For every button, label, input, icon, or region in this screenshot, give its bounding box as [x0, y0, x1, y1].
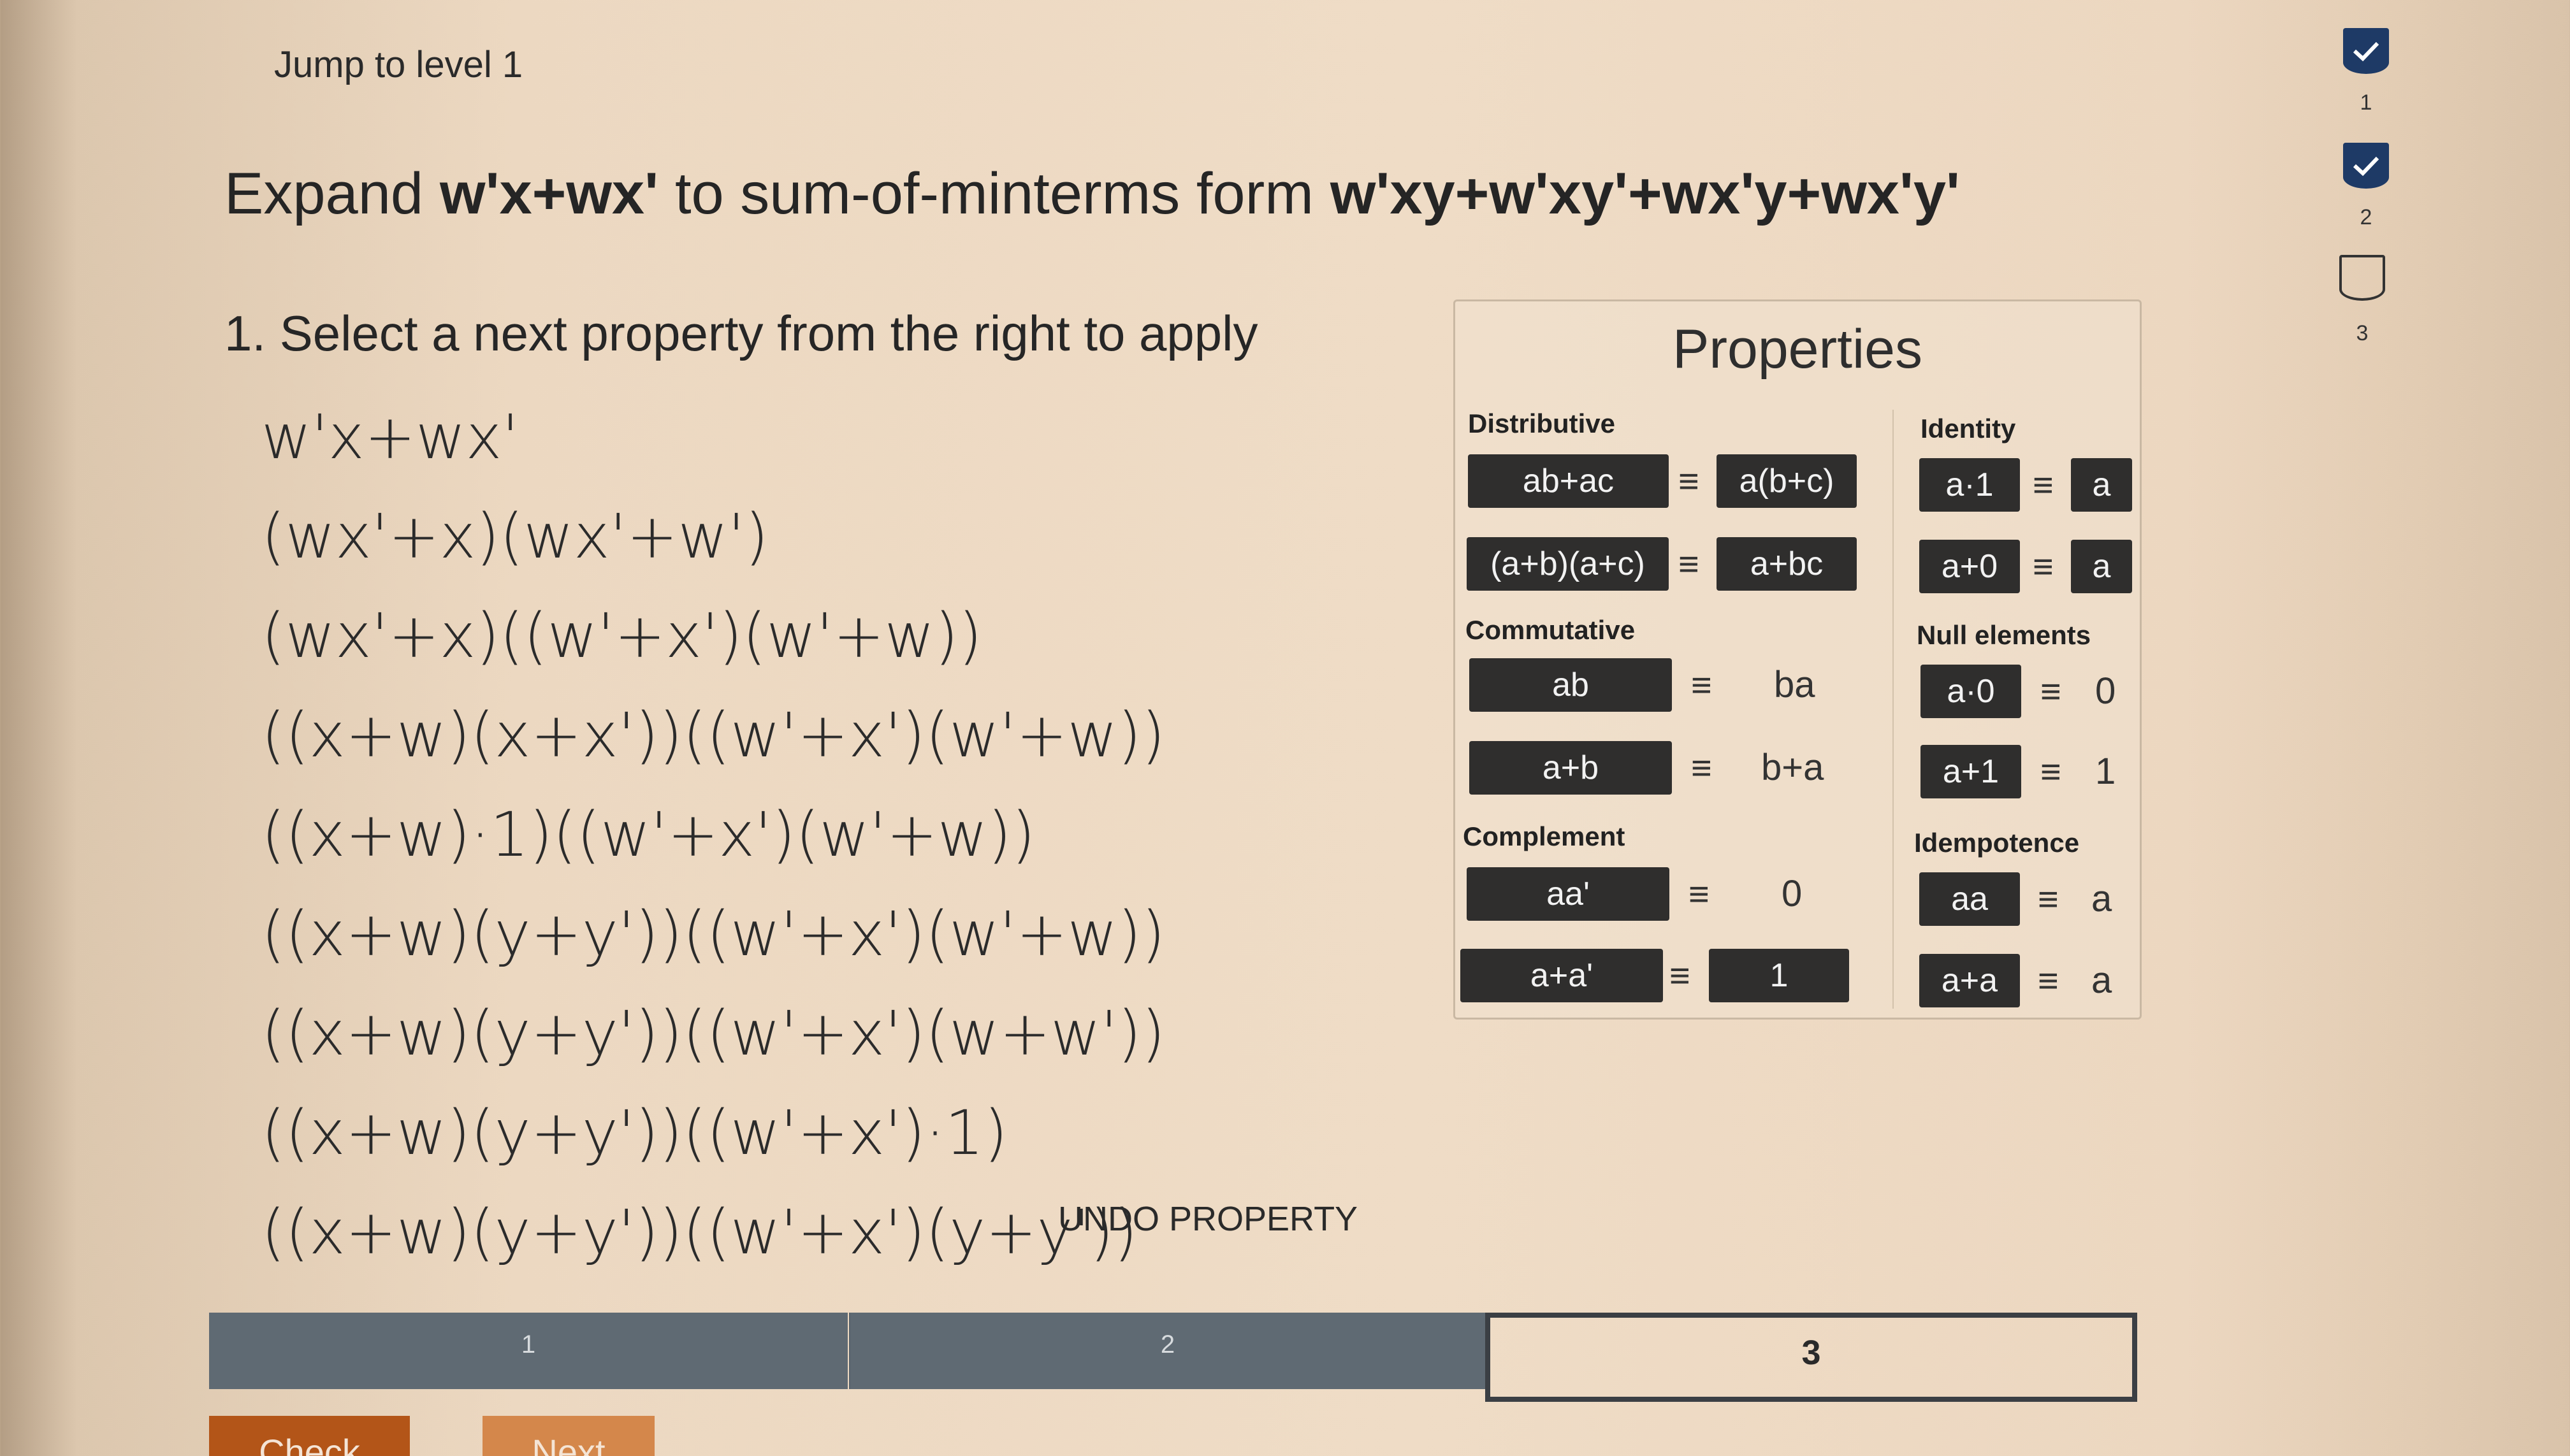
equiv-symbol: ≡ — [1678, 544, 1699, 584]
property-identity-2-left[interactable]: a+0 — [1919, 540, 2020, 593]
property-null-1-left[interactable]: a·0 — [1920, 665, 2021, 718]
source-expression: w'x+wx' — [440, 161, 658, 226]
level-2-checkbox[interactable] — [2343, 143, 2389, 189]
heading-prefix: Expand — [224, 161, 424, 226]
level-1-number: 1 — [2360, 90, 2372, 115]
property-idempotence-2-right: a — [2091, 960, 2112, 1001]
level-progress-bar: 1 2 3 — [209, 1313, 2137, 1402]
equiv-symbol: ≡ — [2038, 879, 2059, 919]
heading-middle: to sum-of-minterms form — [674, 161, 1314, 226]
equiv-symbol: ≡ — [1691, 665, 1712, 705]
properties-panel: Properties Distributive ab+ac ≡ a(b+c) (… — [1453, 299, 2142, 1020]
equiv-symbol: ≡ — [2040, 671, 2061, 711]
property-commutative-2-left[interactable]: a+b — [1469, 741, 1672, 795]
category-identity: Identity — [1920, 414, 2016, 443]
category-complement: Complement — [1463, 821, 1625, 851]
expression-line: ((x+w)·1)((w'+x')(w'+w)) — [261, 799, 1036, 870]
problem-heading: Expand w'x+wx' to sum-of-minterms form w'xy… — [224, 161, 1960, 227]
property-complement-2-left[interactable]: a+a' — [1460, 949, 1663, 1002]
expression-line: w'x+wx' — [261, 401, 519, 473]
property-commutative-1-right: ba — [1774, 664, 1815, 705]
expression-line: ((x+w)(x+x'))((w'+x')(w'+w)) — [261, 700, 1166, 771]
property-idempotence-1-right: a — [2091, 878, 2112, 919]
equiv-symbol: ≡ — [1678, 461, 1699, 501]
check-button[interactable]: Check — [209, 1416, 410, 1456]
progress-level-2[interactable]: 2 — [849, 1313, 1485, 1389]
activity-page: Jump to level 1 Expand w'x+wx' to sum-of-m… — [0, 0, 2570, 1456]
property-distributive-2-right[interactable]: a+bc — [1717, 537, 1857, 591]
level-3-checkbox[interactable] — [2339, 255, 2385, 301]
checkmark-icon — [2353, 41, 2379, 62]
expression-line: ((x+w)(y+y'))((w'+x')(y+y')) — [261, 1197, 1138, 1268]
property-identity-1-left[interactable]: a·1 — [1919, 458, 2020, 512]
property-distributive-1-left[interactable]: ab+ac — [1468, 454, 1669, 508]
equiv-symbol: ≡ — [1691, 747, 1712, 788]
category-idempotence: Idempotence — [1914, 828, 2080, 858]
step-instruction: 1. Select a next property from the right… — [224, 305, 1258, 361]
equiv-symbol: ≡ — [1669, 955, 1690, 995]
property-distributive-1-right[interactable]: a(b+c) — [1717, 454, 1857, 508]
equiv-symbol: ≡ — [2033, 465, 2054, 505]
category-commutative: Commutative — [1465, 615, 1636, 645]
undo-property-button[interactable]: UNDO PROPERTY — [1058, 1199, 1358, 1239]
expression-line: ((x+w)(y+y'))((w'+x')(w'+w)) — [261, 898, 1166, 970]
property-idempotence-1-left[interactable]: aa — [1919, 872, 2020, 926]
checkmark-icon — [2353, 156, 2379, 177]
expression-line: (wx'+x)((w'+x')(w'+w)) — [261, 600, 982, 672]
property-null-2-left[interactable]: a+1 — [1920, 745, 2021, 798]
property-idempotence-2-left[interactable]: a+a — [1919, 954, 2020, 1007]
category-distributive: Distributive — [1468, 408, 1616, 438]
level-2-number: 2 — [2360, 205, 2372, 229]
property-commutative-2-right: b+a — [1761, 747, 1824, 788]
property-null-2-right: 1 — [2095, 751, 2116, 792]
level-3-number: 3 — [2356, 321, 2369, 345]
equiv-symbol: ≡ — [1688, 874, 1710, 914]
property-commutative-1-left[interactable]: ab — [1469, 658, 1672, 712]
jump-to-level-link[interactable]: Jump to level 1 — [274, 43, 523, 86]
equiv-symbol: ≡ — [2040, 751, 2061, 791]
properties-divider — [1892, 410, 1894, 1009]
expression-line: ((x+w)(y+y'))((w'+x')·1) — [261, 1097, 1008, 1169]
property-distributive-2-left[interactable]: (a+b)(a+c) — [1467, 537, 1669, 591]
property-identity-2-right[interactable]: a — [2071, 540, 2132, 593]
expression-line: (wx'+x)(wx'+w') — [261, 501, 769, 572]
category-null-elements: Null elements — [1917, 620, 2091, 650]
property-complement-1-left[interactable]: aa' — [1467, 867, 1669, 921]
next-button[interactable]: Next — [483, 1416, 655, 1456]
target-expression: w'xy+w'xy'+wx'y+wx'y' — [1330, 161, 1960, 226]
property-identity-1-right[interactable]: a — [2071, 458, 2132, 512]
progress-level-1[interactable]: 1 — [209, 1313, 848, 1389]
level-1-checkbox[interactable] — [2343, 28, 2389, 74]
equiv-symbol: ≡ — [2033, 546, 2054, 586]
expression-derivation: w'x+wx' (wx'+x)(wx'+w') (wx'+x)((w'+x')(… — [261, 387, 1165, 1282]
property-complement-2-right[interactable]: 1 — [1709, 949, 1849, 1002]
equiv-symbol: ≡ — [2038, 960, 2059, 1000]
progress-level-3[interactable]: 3 — [1485, 1313, 2137, 1402]
property-complement-1-right: 0 — [1782, 873, 1803, 914]
properties-title: Properties — [1673, 319, 1922, 380]
expression-line: ((x+w)(y+y'))((w'+x')(w+w')) — [261, 998, 1166, 1069]
property-null-1-right: 0 — [2095, 670, 2116, 712]
